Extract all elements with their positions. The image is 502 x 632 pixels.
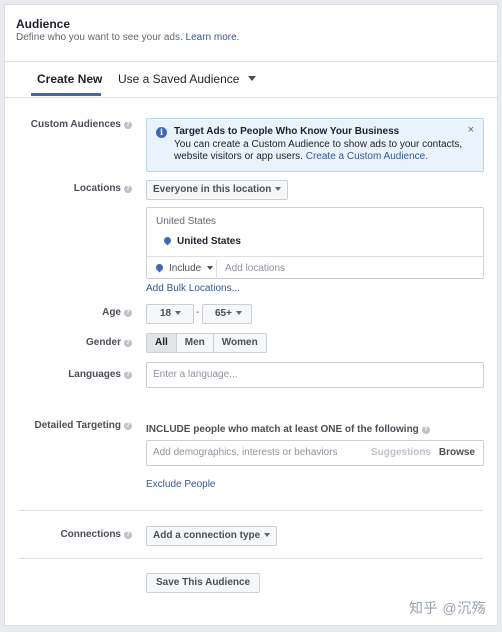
add-bulk-locations-link[interactable]: Add Bulk Locations... [146,283,240,294]
age-max-dropdown[interactable]: 65+ [202,304,252,324]
detailed-targeting-placeholder: Add demographics, interests or behaviors [153,447,338,458]
locations-label-text: Locations [73,183,121,194]
audience-panel: Audience Define who you want to see your… [4,4,498,626]
suggestions-button[interactable]: Suggestions [371,441,431,465]
chevron-down-icon [207,266,214,271]
info-icon: i [156,127,167,138]
include-dropdown[interactable]: Include [154,262,214,274]
section-title: Audience [16,17,71,31]
help-icon[interactable]: ? [124,422,132,430]
section-subtitle: Define who you want to see your ads. Lea… [16,32,239,43]
chevron-down-icon [264,533,271,538]
tabs-bottom-divider [5,97,497,98]
gender-option-women[interactable]: Women [212,334,266,352]
locations-box: United States United States Include Add … [146,207,484,279]
location-pin-icon [162,235,173,246]
custom-audience-info-box: i Target Ads to People Who Know Your Bus… [146,118,484,172]
active-tab-indicator [31,93,101,96]
connection-type-dropdown[interactable]: Add a connection type [146,526,278,546]
tab-use-saved-audience[interactable]: Use a Saved Audience [118,72,256,86]
help-icon[interactable]: ? [124,185,132,193]
section-divider [19,558,483,559]
connections-label: Connections? [10,529,132,540]
help-icon[interactable]: ? [124,371,132,379]
tab-saved-label: Use a Saved Audience [118,72,240,86]
location-box-divider [147,256,483,257]
browse-button[interactable]: Browse [439,441,475,465]
create-custom-audience-link[interactable]: Create a Custom Audience. [306,151,428,162]
location-type-dropdown[interactable]: Everyone in this location [146,180,289,200]
selected-location-text: United States [177,236,241,247]
info-body: You can create a Custom Audience to show… [174,139,464,163]
include-label: Include [169,263,202,274]
watermark: 知乎 @沉殇 [409,600,487,616]
info-title: Target Ads to People Who Know Your Busin… [174,126,400,137]
connection-type-value: Add a connection type [153,530,261,541]
languages-input[interactable]: Enter a language... [146,362,484,388]
detailed-targeting-label: Detailed Targeting? [10,420,132,431]
languages-label-text: Languages [68,369,121,380]
chevron-down-icon [275,187,282,192]
age-separator: - [196,307,200,318]
location-country-header: United States [156,216,217,227]
section-divider [19,510,483,511]
exclude-people-link[interactable]: Exclude People [146,479,216,490]
gender-label-text: Gender [85,337,121,348]
help-icon[interactable]: ? [124,309,132,317]
learn-more-link[interactable]: Learn more. [186,32,240,43]
languages-label: Languages? [10,369,132,380]
close-icon[interactable]: × [468,124,474,136]
gender-label: Gender? [10,337,132,348]
custom-audiences-label: Custom Audiences? [10,119,132,130]
location-type-value: Everyone in this location [153,184,272,195]
age-label-text: Age [102,307,121,318]
chevron-down-icon [247,76,256,81]
connections-label-text: Connections [60,529,121,540]
selected-location: United States [162,235,241,247]
gender-option-all[interactable]: All [147,334,176,352]
detailed-targeting-input[interactable]: Add demographics, interests or behaviors… [146,440,484,466]
age-min-dropdown[interactable]: 18 [146,304,194,324]
tab-create-new[interactable]: Create New [37,72,102,86]
gender-selector: All Men Women [146,333,267,353]
detailed-targeting-heading: INCLUDE people who match at least ONE of… [146,424,430,435]
subtitle-text: Define who you want to see your ads. [16,32,183,43]
locations-label: Locations? [10,183,132,194]
help-icon[interactable]: ? [124,121,132,129]
help-icon[interactable]: ? [124,531,132,539]
chevron-down-icon [235,311,242,316]
save-audience-button[interactable]: Save This Audience [146,573,261,593]
custom-audiences-label-text: Custom Audiences [30,119,121,130]
gender-option-men[interactable]: Men [175,334,213,352]
help-icon[interactable]: ? [421,426,430,434]
age-label: Age? [10,307,132,318]
include-separator [216,260,217,279]
add-locations-input[interactable]: Add locations [225,263,285,274]
chevron-down-icon [175,311,182,316]
age-max-value: 65+ [215,308,232,319]
detailed-targeting-heading-text: INCLUDE people who match at least ONE of… [146,424,419,435]
tabs-top-divider [5,61,497,62]
location-pin-icon [154,262,165,273]
help-icon[interactable]: ? [124,339,132,347]
detailed-targeting-label-text: Detailed Targeting [34,420,122,431]
age-min-value: 18 [160,308,172,319]
